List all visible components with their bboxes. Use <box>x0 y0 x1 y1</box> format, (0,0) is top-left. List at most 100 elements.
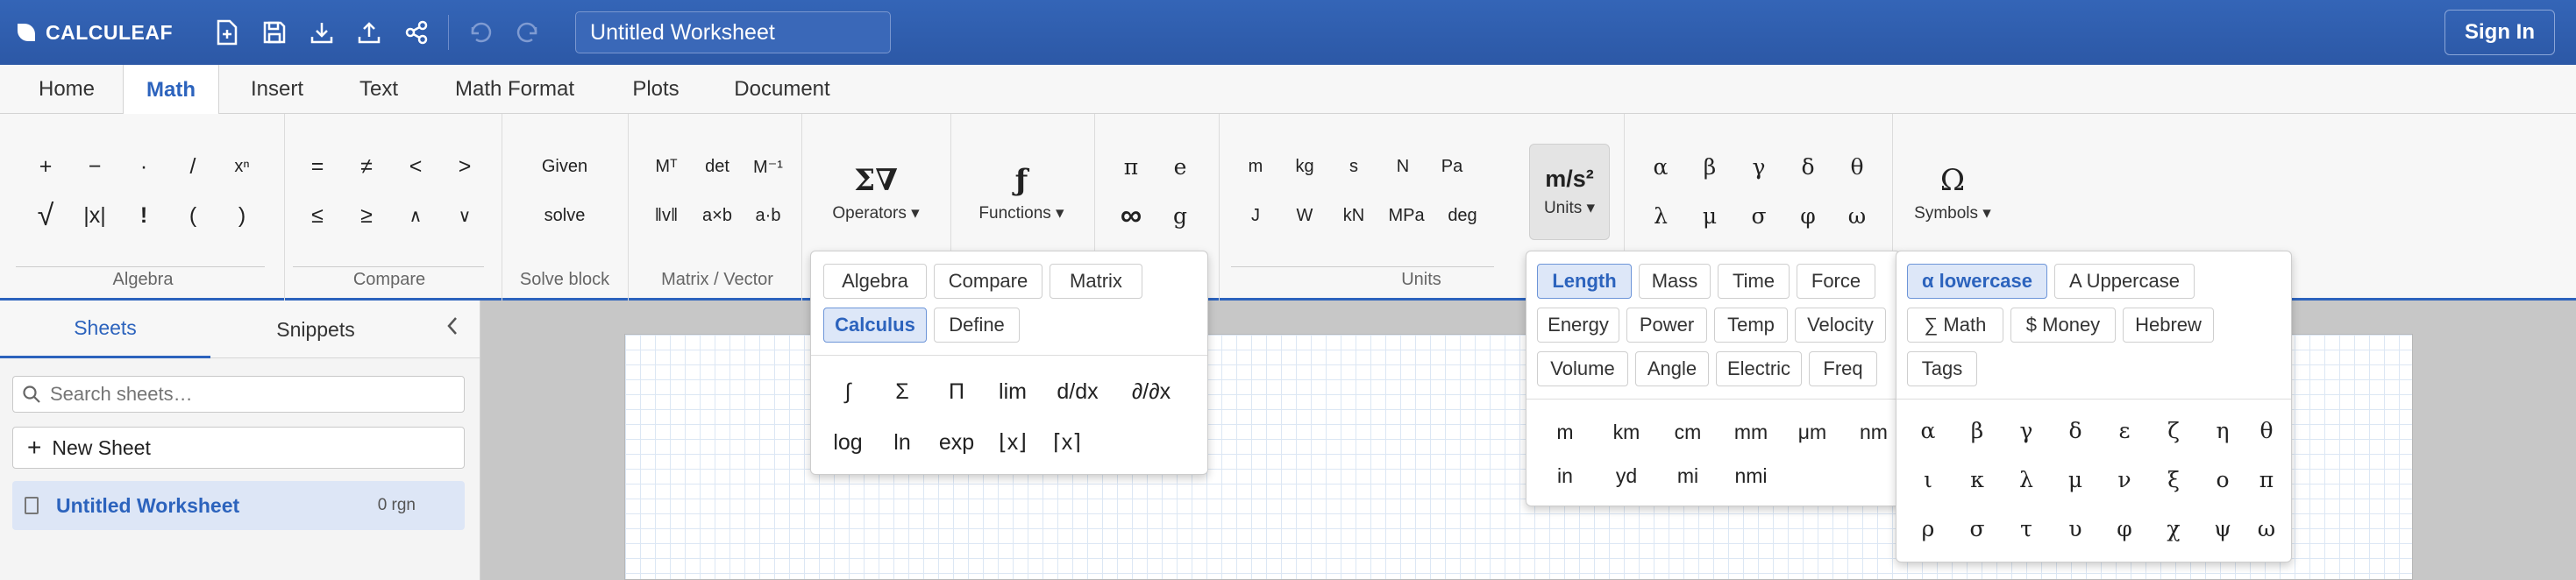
sym-cat-math[interactable]: ∑ Math <box>1907 308 2003 343</box>
symbol-alpha[interactable]: α <box>1902 411 1954 449</box>
unit-cat-freq[interactable]: Freq <box>1809 351 1877 386</box>
open-paren-button[interactable]: ( <box>172 198 214 233</box>
unit-option-km[interactable]: km <box>1598 414 1654 449</box>
power-button[interactable]: xⁿ <box>221 149 263 184</box>
ceil-button[interactable]: ⌈x⌉ <box>1041 423 1093 462</box>
euler-button[interactable]: e <box>1157 149 1203 184</box>
determinant-button[interactable]: det <box>693 149 742 184</box>
minus-button[interactable]: − <box>74 149 116 184</box>
unit-w-button[interactable]: W <box>1282 198 1327 233</box>
norm-button[interactable]: ‖v‖ <box>642 198 691 233</box>
unit-option-um[interactable]: μm <box>1784 414 1840 449</box>
new-sheet-button[interactable]: + New Sheet <box>12 427 465 469</box>
beta-button[interactable]: β <box>1687 149 1733 184</box>
collapse-sidebar-icon[interactable] <box>445 315 460 343</box>
phi-button[interactable]: φ <box>1785 198 1831 233</box>
gravity-button[interactable]: g <box>1157 198 1203 233</box>
limit-button[interactable]: lim <box>986 372 1039 411</box>
symbol-iota[interactable]: ι <box>1902 460 1954 499</box>
unit-s-button[interactable]: s <box>1331 149 1377 184</box>
op-cat-algebra[interactable]: Algebra <box>823 264 927 299</box>
greater-equal-button[interactable]: ≥ <box>345 198 388 233</box>
divide-button[interactable]: / <box>172 149 214 184</box>
tab-math[interactable]: Math <box>123 65 219 115</box>
inverse-button[interactable]: M⁻¹ <box>744 149 793 184</box>
symbol-beta[interactable]: β <box>1951 411 2003 449</box>
symbol-nu[interactable]: ν <box>2098 460 2151 499</box>
unit-cat-volume[interactable]: Volume <box>1537 351 1628 386</box>
sym-cat-tags[interactable]: Tags <box>1907 351 1977 386</box>
pi-button[interactable]: π <box>1108 149 1154 184</box>
infinity-button[interactable]: ∞ <box>1108 198 1154 233</box>
unit-cat-mass[interactable]: Mass <box>1639 264 1711 299</box>
or-button[interactable]: ∨ <box>444 198 486 233</box>
unit-option-in[interactable]: in <box>1537 458 1593 493</box>
sign-in-button[interactable]: Sign In <box>2444 10 2555 55</box>
less-equal-button[interactable]: ≤ <box>296 198 338 233</box>
tab-insert[interactable]: Insert <box>230 65 324 114</box>
plus-button[interactable]: + <box>25 149 67 184</box>
download-icon[interactable] <box>306 17 338 48</box>
unit-mpa-button[interactable]: MPa <box>1380 198 1433 233</box>
unit-n-button[interactable]: N <box>1380 149 1426 184</box>
factorial-button[interactable]: ! <box>123 198 165 233</box>
abs-button[interactable]: |x| <box>74 198 116 233</box>
undo-icon[interactable] <box>465 17 496 48</box>
symbol-phi[interactable]: φ <box>2098 509 2151 548</box>
unit-cat-electric[interactable]: Electric <box>1716 351 1802 386</box>
unit-cat-time[interactable]: Time <box>1718 264 1790 299</box>
unit-option-m[interactable]: m <box>1537 414 1593 449</box>
operators-button[interactable]: Σ∇ Operators ▾ <box>815 154 936 231</box>
symbol-kappa[interactable]: κ <box>1951 460 2003 499</box>
tab-math-format[interactable]: Math Format <box>433 65 596 114</box>
tab-plots[interactable]: Plots <box>605 65 707 114</box>
summation-button[interactable]: Σ <box>876 372 929 411</box>
functions-button[interactable]: ƒ Functions ▾ <box>963 154 1080 231</box>
new-file-icon[interactable] <box>211 17 243 48</box>
symbol-pi[interactable]: π <box>2245 460 2288 499</box>
sym-cat-money[interactable]: $ Money <box>2010 308 2116 343</box>
lambda-button[interactable]: λ <box>1638 198 1683 233</box>
op-cat-compare[interactable]: Compare <box>934 264 1042 299</box>
unit-j-button[interactable]: J <box>1233 198 1278 233</box>
sym-cat-lowercase[interactable]: α lowercase <box>1907 264 2047 299</box>
symbol-epsilon[interactable]: ε <box>2098 411 2151 449</box>
sigma-button[interactable]: σ <box>1736 198 1782 233</box>
greater-than-button[interactable]: > <box>444 149 486 184</box>
integral-button[interactable]: ∫ <box>822 372 874 411</box>
unit-option-nmi[interactable]: nmi <box>1723 458 1779 493</box>
theta-button[interactable]: θ <box>1834 149 1880 184</box>
close-paren-button[interactable]: ) <box>221 198 263 233</box>
equals-button[interactable]: = <box>296 149 338 184</box>
symbol-tau[interactable]: τ <box>2000 509 2053 548</box>
unit-option-cm[interactable]: cm <box>1660 414 1716 449</box>
symbol-eta[interactable]: η <box>2196 411 2249 449</box>
derivative-button[interactable]: d/dx <box>1046 372 1109 411</box>
symbol-gamma[interactable]: γ <box>2000 411 2053 449</box>
symbol-omega[interactable]: ω <box>2245 509 2288 548</box>
units-dropdown-button[interactable]: m/s² Units ▾ <box>1529 144 1610 240</box>
and-button[interactable]: ∧ <box>395 198 437 233</box>
worksheet-title-input[interactable] <box>575 11 892 53</box>
redo-icon[interactable] <box>512 17 544 48</box>
transpose-button[interactable]: Mᵀ <box>642 149 691 184</box>
sheet-list-item[interactable]: Untitled Worksheet 0 rgn <box>12 481 465 530</box>
alpha-button[interactable]: α <box>1638 149 1683 184</box>
unit-kn-button[interactable]: kN <box>1331 198 1377 233</box>
sheet-search[interactable] <box>12 376 465 413</box>
upload-icon[interactable] <box>353 17 385 48</box>
unit-cat-length[interactable]: Length <box>1537 264 1632 299</box>
app-logo[interactable]: CALCULEAF <box>18 21 173 45</box>
symbol-theta[interactable]: θ <box>2245 411 2288 449</box>
partial-derivative-button[interactable]: ∂/∂x <box>1116 372 1186 411</box>
tab-snippets[interactable]: Snippets <box>210 301 421 358</box>
symbol-delta[interactable]: δ <box>2049 411 2102 449</box>
tab-document[interactable]: Document <box>715 65 849 114</box>
unit-option-nm[interactable]: nm <box>1846 414 1902 449</box>
op-cat-matrix[interactable]: Matrix <box>1050 264 1142 299</box>
unit-cat-temp[interactable]: Temp <box>1714 308 1788 343</box>
unit-cat-energy[interactable]: Energy <box>1537 308 1619 343</box>
tab-home[interactable]: Home <box>19 65 114 114</box>
unit-m-button[interactable]: m <box>1233 149 1278 184</box>
floor-button[interactable]: ⌊x⌋ <box>986 423 1039 462</box>
